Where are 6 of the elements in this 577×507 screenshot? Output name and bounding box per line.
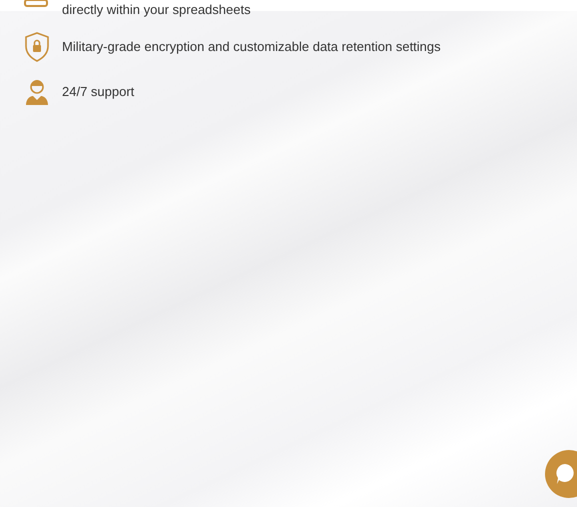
feature-text: 24/7 support [62,82,134,101]
feature-text: Military-grade encryption and customizable data retention settings [62,38,441,56]
shield-lock-icon [24,32,50,62]
chat-bubble-icon [555,463,575,485]
support-agent-icon [24,78,50,106]
feature-text: directly within your spreadsheets [62,1,251,19]
